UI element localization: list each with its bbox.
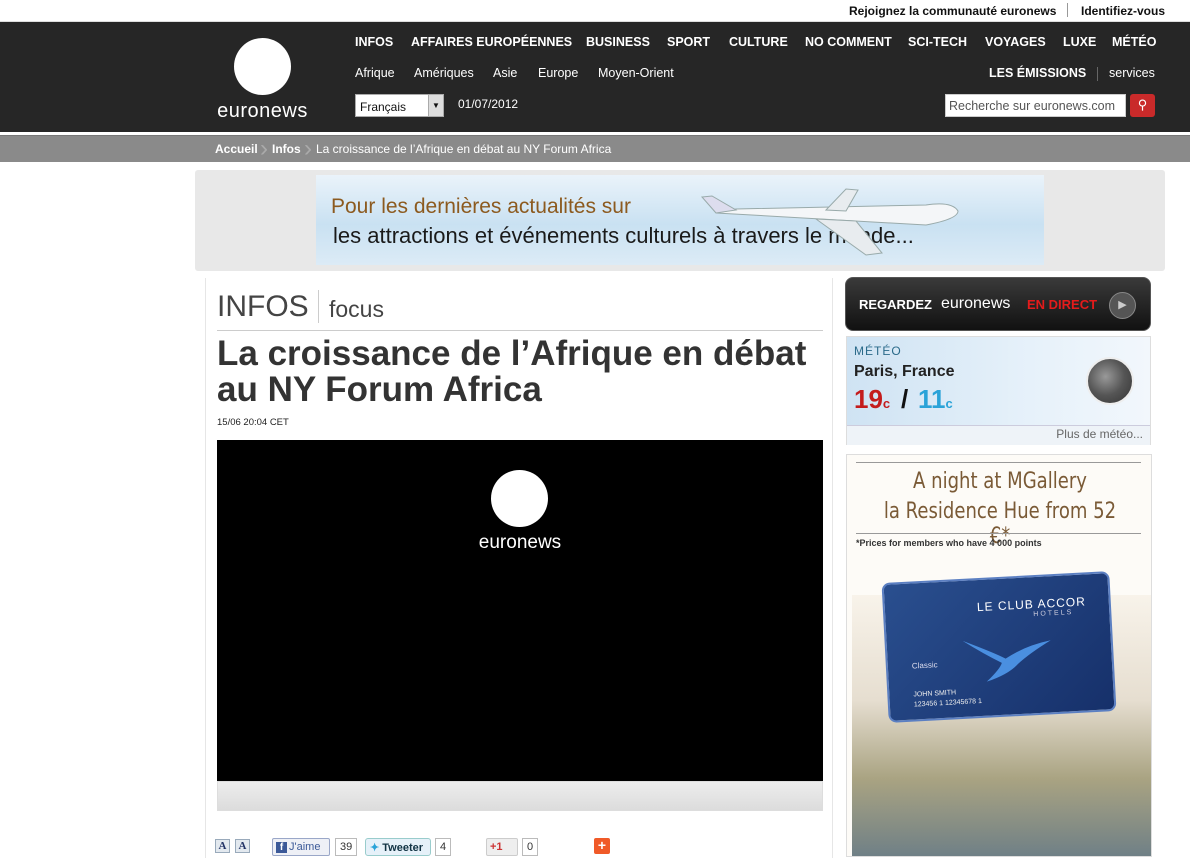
- watch-live-button[interactable]: REGARDEZ euronews EN DIRECT ▶: [845, 277, 1151, 331]
- join-community-link[interactable]: Rejoignez la communauté euronews: [849, 4, 1056, 18]
- divider: [856, 533, 1141, 534]
- subnav-item-ameriques[interactable]: Amériques: [414, 66, 474, 80]
- banner-ad-line1: Pour les dernières actualités sur: [331, 195, 631, 218]
- services-link[interactable]: services: [1109, 66, 1155, 80]
- live-brand: euronews: [941, 295, 1011, 312]
- current-date: 01/07/2012: [458, 97, 519, 111]
- subnav-item-afrique[interactable]: Afrique: [355, 66, 395, 80]
- emissions-link[interactable]: LES ÉMISSIONS: [989, 66, 1086, 80]
- breadcrumb-section[interactable]: Infos: [272, 142, 301, 156]
- language-select[interactable]: Français ▼: [355, 94, 444, 117]
- video-player[interactable]: euronews: [217, 440, 823, 781]
- subnav-item-moyen-orient[interactable]: Moyen-Orient: [598, 66, 674, 80]
- airplane-icon: [700, 188, 959, 256]
- nav-item-culture[interactable]: CULTURE: [729, 35, 788, 49]
- like-count: 39: [335, 838, 358, 856]
- live-suffix: EN DIRECT: [1027, 297, 1098, 312]
- card-number: 123456 1 12345678 1: [913, 697, 983, 709]
- nav-item-infos[interactable]: INFOS: [355, 35, 393, 49]
- font-decrease-button[interactable]: A: [215, 839, 230, 853]
- breadcrumb-home[interactable]: Accueil: [215, 142, 258, 156]
- live-prefix: REGARDEZ: [859, 297, 932, 312]
- nav-item-business[interactable]: BUSINESS: [586, 35, 650, 49]
- facebook-like-button[interactable]: f J'aime: [272, 838, 330, 856]
- twitter-bird-icon: ✦: [370, 842, 380, 854]
- nav-item-affaires-europeennes[interactable]: AFFAIRES EUROPÉENNES: [411, 35, 572, 49]
- facebook-like-label: J'aime: [289, 841, 321, 853]
- search-button[interactable]: ⚲: [1130, 94, 1155, 117]
- nav-item-meteo[interactable]: MÉTÉO: [1112, 35, 1156, 49]
- search-input[interactable]: [945, 94, 1126, 117]
- subsection-title: focus: [329, 296, 384, 322]
- subnav-item-europe[interactable]: Europe: [538, 66, 578, 80]
- play-icon: ▶: [1109, 292, 1136, 319]
- nav-item-sport[interactable]: SPORT: [667, 35, 710, 49]
- logo-globe-icon: [491, 470, 548, 527]
- facebook-icon: f: [276, 842, 287, 853]
- font-increase-button[interactable]: A: [235, 839, 250, 853]
- card-brand-sub: HOTELS: [1033, 609, 1074, 619]
- nav-item-luxe[interactable]: LUXE: [1063, 35, 1096, 49]
- google-plus-label: +1: [490, 841, 503, 853]
- google-plus-count: 0: [522, 838, 539, 856]
- video-controls-bar[interactable]: [217, 781, 823, 811]
- temperature-high: 19c: [854, 384, 891, 414]
- magnifier-icon: ⚲: [1137, 97, 1148, 112]
- subnav-item-asie[interactable]: Asie: [493, 66, 517, 80]
- temperature-low: 11c: [918, 384, 953, 414]
- weather-label: MÉTÉO: [854, 344, 902, 358]
- dropdown-arrow-icon: ▼: [428, 95, 443, 116]
- nav-item-no-comment[interactable]: NO COMMENT: [805, 35, 892, 49]
- hotel-ad-headline-1: A night at MGallery: [913, 469, 1087, 494]
- breadcrumb-current: La croissance de l’Afrique en débat au N…: [316, 142, 612, 156]
- chevron-right-icon: ›: [304, 135, 312, 162]
- hotel-ad-note: *Prices for members who have 4 000 point…: [856, 538, 1042, 548]
- chevron-right-icon: ›: [260, 135, 268, 162]
- moon-weather-icon: [1086, 357, 1134, 405]
- login-link[interactable]: Identifiez-vous: [1081, 4, 1165, 18]
- temperature-separator: /: [901, 384, 909, 414]
- divider: [1097, 67, 1098, 81]
- card-class: Classic: [911, 660, 938, 671]
- nav-item-sci-tech[interactable]: SCI-TECH: [908, 35, 967, 49]
- tweet-button[interactable]: ✦ Tweeter: [365, 838, 431, 856]
- language-selected-value: Français: [360, 100, 407, 114]
- more-weather-link[interactable]: Plus de météo...: [1056, 427, 1143, 441]
- divider: [217, 330, 823, 331]
- share-more-button[interactable]: +: [594, 838, 610, 854]
- weather-widget[interactable]: MÉTÉO Paris, France 19c / 11c Plus de mé…: [846, 336, 1151, 445]
- euronews-logo[interactable]: euronews: [215, 38, 310, 123]
- article-timestamp: 15/06 20:04 CET: [217, 417, 289, 428]
- site-header: euronews INFOS AFFAIRES EUROPÉENNES BUSI…: [0, 22, 1190, 132]
- logo-wordmark: euronews: [217, 100, 308, 122]
- loyalty-card-image: LE CLUB ACCOR HOTELS Classic JOHN SMITH …: [881, 571, 1117, 723]
- hotel-ad[interactable]: A night at MGallery la Residence Hue fro…: [846, 454, 1152, 857]
- divider: [856, 462, 1141, 463]
- logo-globe-icon: [234, 38, 291, 95]
- section-title: INFOS: [217, 290, 309, 323]
- article-column: INFOS focus La croissance de l’Afrique e…: [205, 278, 833, 858]
- article-title: La croissance de l’Afrique en débat au N…: [217, 334, 807, 409]
- bird-logo-icon: [962, 640, 1051, 682]
- nav-item-voyages[interactable]: VOYAGES: [985, 35, 1046, 49]
- divider: [1067, 3, 1068, 17]
- top-utility-bar: Rejoignez la communauté euronews Identif…: [0, 0, 1190, 22]
- card-holder-name: JOHN SMITH: [913, 689, 957, 699]
- weather-city: Paris, France: [854, 363, 955, 380]
- banner-ad[interactable]: Pour les dernières actualités sur les at…: [316, 175, 1044, 265]
- tweet-label: Tweeter: [382, 842, 424, 854]
- google-plus-button[interactable]: +1: [486, 838, 518, 856]
- tweet-count: 4: [435, 838, 452, 856]
- video-logo-wordmark: euronews: [478, 532, 562, 553]
- breadcrumb: Accueil › Infos › La croissance de l’Afr…: [0, 135, 1190, 162]
- divider: [318, 290, 319, 323]
